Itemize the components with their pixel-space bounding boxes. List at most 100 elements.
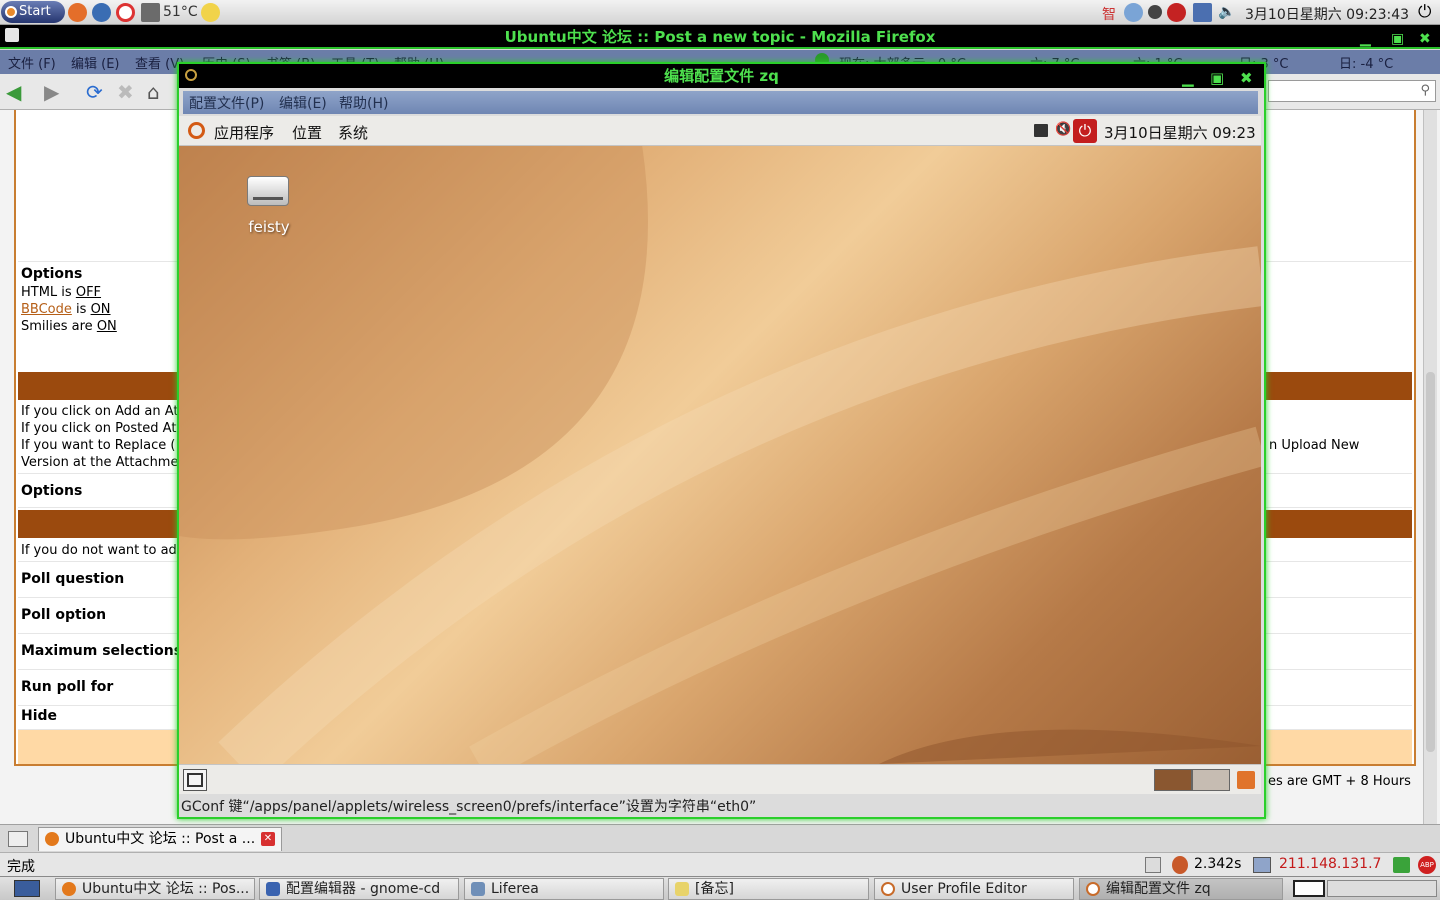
attach-help-2: If you click on Posted At (21, 421, 177, 436)
mute-icon[interactable]: 🔇 (1055, 122, 1071, 137)
start-button[interactable]: Start (1, 1, 65, 23)
smilies-value-link[interactable]: ON (97, 319, 117, 334)
task-liferea-label: Liferea (491, 881, 539, 897)
show-desktop-icon[interactable] (14, 880, 40, 897)
attach-help-1: If you click on Add an At (21, 404, 179, 419)
preview-clock[interactable]: 3月10日星期六 09:23 (1104, 122, 1256, 143)
status-text: 完成 (7, 859, 35, 875)
dialog-maximize-icon[interactable]: ▣ (1210, 66, 1224, 90)
page-scrollbar[interactable] (1423, 110, 1437, 824)
task-liferea[interactable]: Liferea (464, 878, 664, 900)
volume-icon[interactable]: 🔈 (1218, 4, 1235, 20)
weather-icon (201, 3, 220, 22)
scrollbar-thumb[interactable] (1426, 372, 1435, 752)
monitor-icon[interactable] (1193, 3, 1212, 22)
task-profile-editor-label: User Profile Editor (901, 881, 1027, 897)
task-notes-label: [备忘] (695, 881, 734, 897)
task-firefox-label: Ubuntu中文 论坛 :: Pos... (82, 881, 250, 897)
dialog-minimize-icon[interactable]: ▁ (1182, 66, 1194, 90)
task-profile-editor[interactable]: User Profile Editor (874, 878, 1074, 900)
server-ip: 211.148.131.7 (1279, 856, 1382, 872)
poll-help-text: If you do not want to add (21, 543, 186, 558)
back-icon[interactable]: ◀ (6, 82, 21, 102)
dialog-close-icon[interactable]: ✖ (1240, 66, 1253, 90)
task-notes[interactable]: [备忘] (668, 878, 869, 900)
task-edit-profile[interactable]: 编辑配置文件 zq (1079, 878, 1283, 900)
addon-icon[interactable] (1393, 857, 1410, 873)
users-icon[interactable] (1124, 3, 1143, 22)
trash-icon[interactable] (1237, 771, 1255, 789)
workspace-2[interactable] (1327, 880, 1437, 897)
poll-option-label: Poll option (21, 607, 107, 623)
html-value-link[interactable]: OFF (76, 285, 101, 300)
firebug-icon[interactable] (1172, 856, 1188, 874)
tab-close-icon[interactable]: ✕ (261, 832, 275, 846)
firefox-task-icon (62, 882, 76, 896)
ip-icon (1253, 857, 1271, 873)
menu-edit[interactable]: 编辑 (E) (71, 53, 120, 72)
reload-icon[interactable]: ⟳ (86, 82, 103, 102)
workspace-switcher[interactable] (1293, 880, 1325, 897)
thunderbird-launcher-icon[interactable] (92, 3, 111, 22)
stop-icon[interactable]: ✖ (117, 82, 134, 102)
smilies-prefix: Smilies are (21, 319, 93, 334)
bbcode-value-link[interactable]: ON (91, 302, 111, 317)
load-time: 2.342s (1194, 856, 1242, 872)
preview-show-desktop-icon[interactable] (183, 769, 207, 791)
html-prefix: HTML is (21, 285, 72, 300)
applications-menu[interactable]: 应用程序 (214, 122, 274, 143)
attach-help-3: If you want to Replace ( (21, 438, 176, 453)
ubuntu-logo-icon (5, 6, 17, 18)
menu-profile[interactable]: 配置文件(P) (189, 93, 264, 113)
notes-icon[interactable] (1145, 857, 1161, 873)
search-icon[interactable]: ⚲ (1420, 83, 1430, 98)
gconf-task-icon (266, 882, 280, 896)
search-input[interactable]: ⚲ (1268, 80, 1436, 102)
drive-label[interactable]: feisty (239, 218, 299, 236)
firefox-launcher-icon[interactable] (68, 3, 87, 22)
top-clock[interactable]: 3月10日星期六 09:23:43 (1245, 4, 1409, 24)
preview-workspace-2[interactable] (1192, 769, 1230, 791)
places-menu[interactable]: 位置 (292, 122, 322, 143)
menu-dialog-edit[interactable]: 编辑(E) (279, 93, 327, 113)
weather-day-4: 日: -4 °C (1339, 57, 1394, 72)
ubuntu-menu-icon[interactable] (188, 122, 205, 139)
bbcode-link[interactable]: BBCode (21, 302, 72, 317)
input-method-icon[interactable]: 智 (1102, 4, 1116, 24)
minimize-icon[interactable]: ▁ (1360, 27, 1371, 51)
bbcode-mid: is (76, 302, 87, 317)
new-tab-icon[interactable] (8, 831, 28, 847)
tab-bar: Ubuntu中文 论坛 :: Post a ... ✕ (0, 824, 1440, 852)
shutdown-icon[interactable]: ⏻ (1073, 119, 1097, 143)
dialog-app-icon[interactable] (185, 69, 197, 81)
window-menu-icon[interactable] (5, 28, 19, 42)
system-menu[interactable]: 系统 (338, 122, 368, 143)
options2-heading: Options (21, 483, 83, 499)
tab-forum[interactable]: Ubuntu中文 论坛 :: Post a ... ✕ (38, 827, 282, 851)
help-launcher-icon[interactable] (116, 3, 135, 22)
preview-workspace-1[interactable] (1154, 769, 1192, 791)
task-edit-profile-label: 编辑配置文件 zq (1106, 881, 1211, 897)
max-selections-label: Maximum selections (21, 643, 183, 659)
update-icon[interactable] (1167, 3, 1186, 22)
maximize-icon[interactable]: ▣ (1391, 27, 1404, 51)
home-icon[interactable]: ⌂ (147, 82, 160, 102)
attach-help-right: n Upload New (1269, 438, 1360, 453)
firefox-window-title: Ubuntu中文 论坛 :: Post a new topic - Mozill… (504, 28, 936, 46)
network-icon[interactable] (1148, 5, 1162, 19)
hide-label: Hide (21, 708, 58, 724)
task-firefox[interactable]: Ubuntu中文 论坛 :: Pos... (55, 878, 255, 900)
menu-file[interactable]: 文件 (F) (8, 53, 56, 72)
power-menu-icon[interactable]: ⏻ (1418, 2, 1431, 22)
adblock-icon[interactable]: ABP (1418, 856, 1436, 874)
sensor-applet-icon (141, 3, 160, 22)
top-panel: Start 51°C 智 🔈 3月10日星期六 09:23:43 ⏻ (0, 0, 1440, 25)
preview-bottom-panel (179, 764, 1261, 794)
forward-icon[interactable]: ▶ (44, 82, 59, 102)
drive-icon[interactable] (247, 176, 289, 206)
network-monitor-icon[interactable] (1034, 124, 1048, 137)
close-icon[interactable]: ✖ (1419, 27, 1431, 51)
menu-dialog-help[interactable]: 帮助(H) (339, 93, 388, 113)
attach-help-4: Version at the Attachme (21, 455, 179, 470)
task-gconf-editor[interactable]: 配置编辑器 - gnome-cd (259, 878, 459, 900)
